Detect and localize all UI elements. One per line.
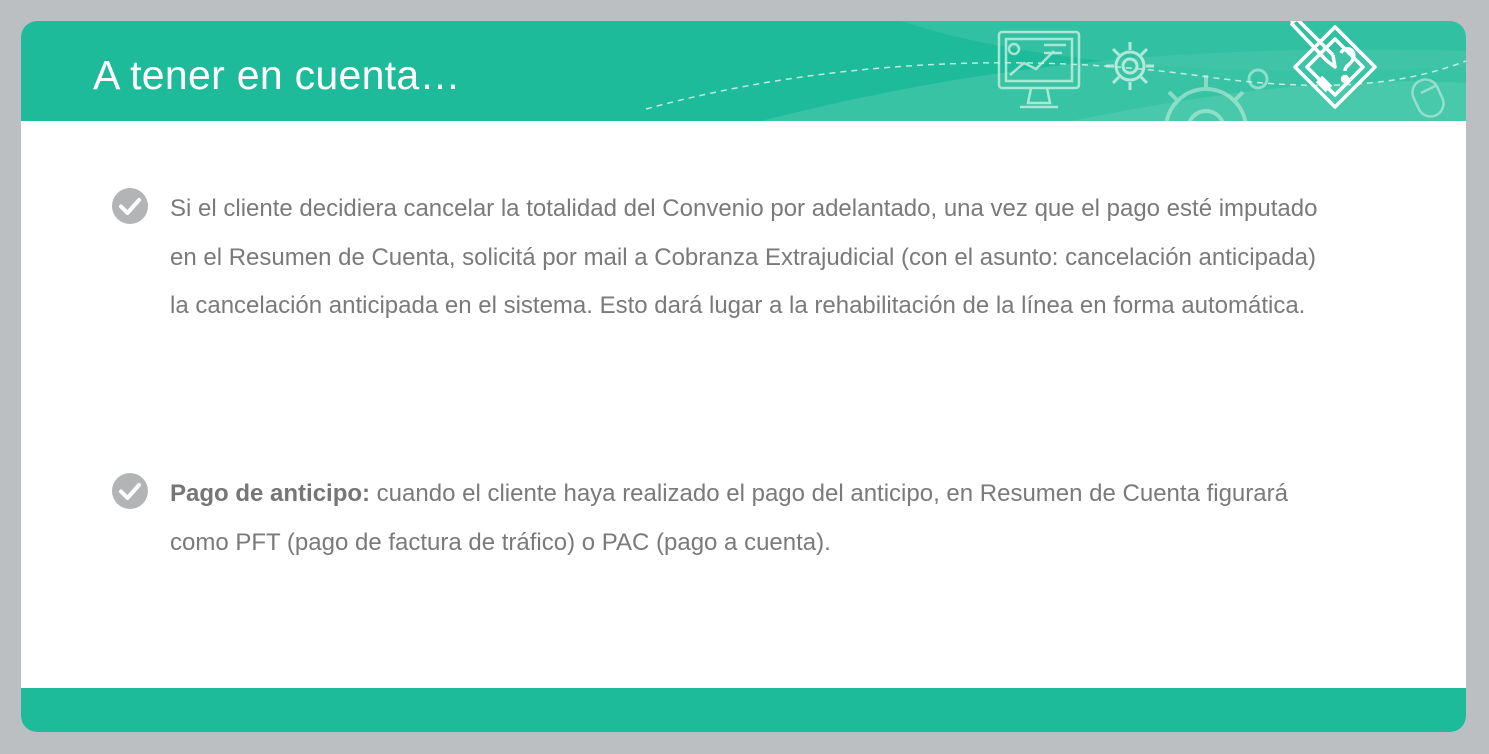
bullet-text: Pago de anticipo: cuando el cliente haya… xyxy=(170,470,1330,567)
bullet-body: Si el cliente decidiera cancelar la tota… xyxy=(170,195,1318,319)
page-title: A tener en cuenta… xyxy=(93,52,461,98)
mouse-icon xyxy=(1411,78,1445,118)
check-circle-icon xyxy=(112,188,148,224)
slide-card: A tener en cuenta… Si el cliente decidie… xyxy=(21,21,1466,732)
large-gear-icon xyxy=(1164,68,1269,121)
monitor-chart-icon xyxy=(997,30,1081,109)
bullet-text: Si el cliente decidiera cancelar la tota… xyxy=(170,185,1330,331)
footer-bar xyxy=(21,688,1466,732)
check-circle-icon xyxy=(112,473,148,509)
header-banner: A tener en cuenta… xyxy=(21,21,1466,121)
content-area: Si el cliente decidiera cancelar la tota… xyxy=(21,121,1466,688)
document-pencil-icon xyxy=(1289,21,1377,109)
bullet-bold-prefix: Pago de anticipo: xyxy=(170,480,371,507)
